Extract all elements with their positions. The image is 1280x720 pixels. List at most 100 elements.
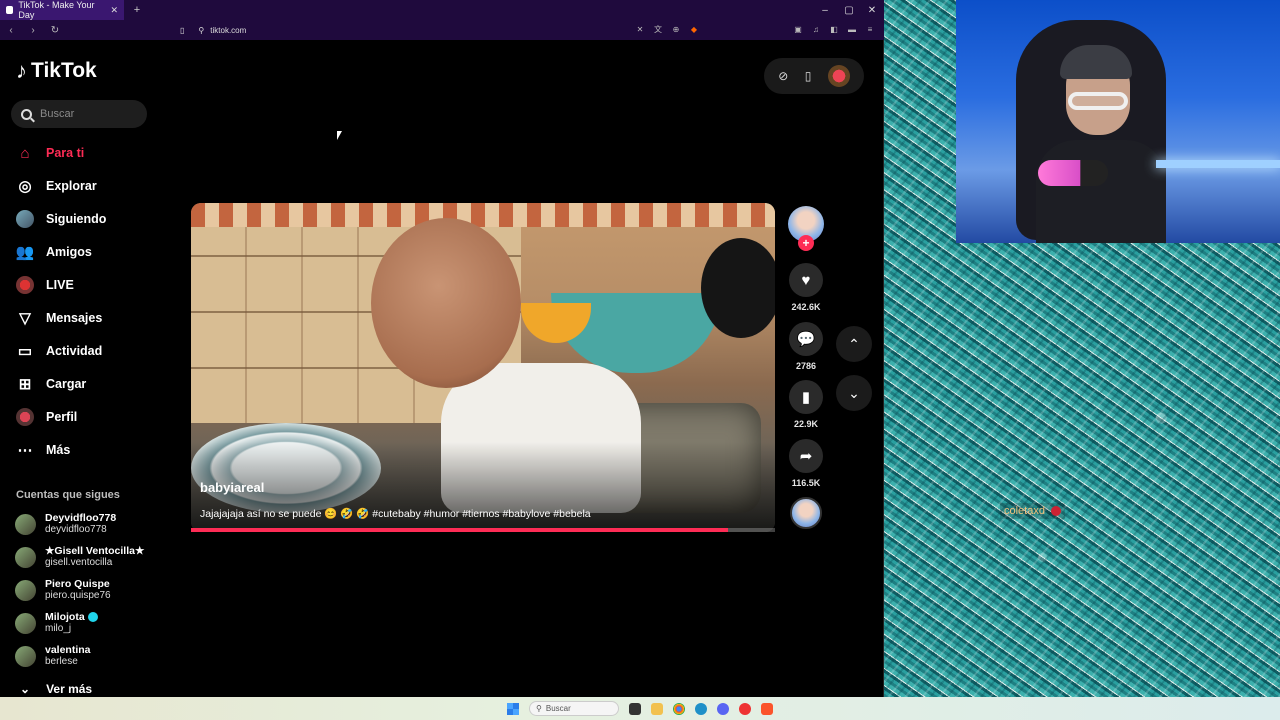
back-icon[interactable]: ‹ xyxy=(4,23,18,37)
menu-icon[interactable]: ≡ xyxy=(864,23,876,35)
site-info-icon[interactable]: ⚲ xyxy=(198,26,204,35)
streamer-cap xyxy=(1060,45,1132,79)
followed-account[interactable]: Deyvidfloo778 deyvidfloo778 xyxy=(15,512,116,536)
sidebar-icon[interactable]: ◧ xyxy=(828,23,840,35)
playlist-icon[interactable]: ♫ xyxy=(810,23,822,35)
nav-para-ti[interactable]: ⌂ Para ti xyxy=(16,143,84,163)
mouse-cursor-icon xyxy=(337,131,342,140)
stream-username: coletaxd xyxy=(1004,505,1045,517)
url-text[interactable]: tiktok.com xyxy=(210,26,246,35)
nav-explorar[interactable]: ◎ Explorar xyxy=(16,176,96,196)
nav-siguiendo[interactable]: Siguiendo xyxy=(16,209,106,229)
taskbar-search-label: Buscar xyxy=(545,704,571,713)
user-avatar[interactable] xyxy=(827,65,850,87)
followed-account[interactable]: Milojota milo_j xyxy=(15,611,98,635)
minimize-button[interactable]: – xyxy=(814,0,836,20)
discord-icon[interactable] xyxy=(717,702,729,715)
nav-label: LIVE xyxy=(46,278,74,292)
more-icon: ⋯ xyxy=(17,442,33,459)
bookmark-icon[interactable]: ▮ xyxy=(789,380,823,414)
avatar xyxy=(15,579,36,601)
activity-icon: ▭ xyxy=(17,343,33,360)
video-scene-baby-head xyxy=(371,218,521,388)
comment-icon[interactable]: 💬 xyxy=(789,322,823,356)
account-handle: deyvidfloo778 xyxy=(45,524,107,535)
tiktok-logo[interactable]: ♪ TikTok xyxy=(16,58,97,84)
follow-plus-icon[interactable]: + xyxy=(798,235,814,251)
nav-cargar[interactable]: ⊞ Cargar xyxy=(16,374,87,394)
save-action[interactable]: ▮ 22.9K xyxy=(788,380,824,429)
tiktok-favicon-icon xyxy=(6,6,14,14)
bookmark-icon[interactable]: ▯ xyxy=(180,26,184,35)
browser-toolbar: ‹ › ↻ ▯ ⚲ tiktok.com ✕ 文 ⊕ ◆ ▣ ♫ ◧ ▬ ≡ xyxy=(0,20,884,40)
followed-account[interactable]: ★Gisell Ventocilla★ gisell.ventocilla xyxy=(15,545,144,569)
tab-title: TikTok - Make Your Day xyxy=(18,0,95,20)
search-input[interactable] xyxy=(40,108,130,120)
video-progress-bar[interactable] xyxy=(191,528,775,532)
coins-icon[interactable]: ⊘ xyxy=(778,69,788,83)
nav-actividad[interactable]: ▭ Actividad xyxy=(16,341,102,361)
avatar xyxy=(15,546,36,568)
video-caption: Jajajajaja así no se puede 😊 🤣 🤣 #cuteba… xyxy=(200,508,591,520)
previous-video-button[interactable]: ⌃ xyxy=(836,326,872,362)
tiktok-note-icon: ♪ xyxy=(16,58,27,83)
heart-icon[interactable]: ♥ xyxy=(789,263,823,297)
see-more-button[interactable]: ⌄ Ver más xyxy=(20,682,92,696)
close-window-button[interactable]: ✕ xyxy=(861,0,883,20)
nav-label: Siguiendo xyxy=(46,212,107,226)
music-disc-icon[interactable] xyxy=(790,497,822,529)
nav-perfil[interactable]: Perfil xyxy=(16,407,77,427)
nav-live[interactable]: LIVE xyxy=(16,275,74,295)
share-icon[interactable]: ➦ xyxy=(789,439,823,473)
account-handle: gisell.ventocilla xyxy=(45,557,113,568)
account-handle: piero.quispe76 xyxy=(45,590,111,601)
nav-amigos[interactable]: 👥 Amigos xyxy=(16,242,92,262)
nav-mensajes[interactable]: ▽ Mensajes xyxy=(16,308,102,328)
next-video-button[interactable]: ⌄ xyxy=(836,375,872,411)
translate-icon[interactable]: 文 xyxy=(652,23,664,35)
device-icon[interactable]: ▯ xyxy=(805,69,812,83)
nav-mas[interactable]: ⋯ Más xyxy=(16,440,71,460)
mute-icon[interactable]: ✕ xyxy=(634,23,646,35)
live-icon xyxy=(16,276,34,294)
comment-action[interactable]: 💬 2786 xyxy=(788,322,824,371)
video-scene-microphone xyxy=(701,238,775,338)
windows-start-icon[interactable] xyxy=(507,702,519,715)
nav-label: Amigos xyxy=(46,245,92,259)
extension-icon[interactable]: ▣ xyxy=(792,23,804,35)
maximize-button[interactable]: ▢ xyxy=(838,0,860,20)
like-action[interactable]: ♥ 242.6K xyxy=(788,263,824,312)
taskbar-search[interactable]: ⚲ Buscar xyxy=(529,701,619,716)
wallet-icon[interactable]: ▬ xyxy=(846,23,858,35)
stream-badge-icon xyxy=(1050,506,1061,516)
friends-icon: 👥 xyxy=(15,244,35,261)
following-title: Cuentas que sigues xyxy=(16,489,120,501)
webcam-overlay xyxy=(956,0,1280,243)
edge-icon[interactable] xyxy=(695,702,707,715)
followed-account[interactable]: valentina berlese xyxy=(15,644,91,668)
led-lightbar xyxy=(1156,160,1280,168)
zoom-icon[interactable]: ⊕ xyxy=(670,23,682,35)
share-action[interactable]: ➦ 116.5K xyxy=(788,439,824,488)
chevron-down-icon: ⌄ xyxy=(20,682,31,696)
tab-tiktok[interactable]: TikTok - Make Your Day ✕ xyxy=(0,0,124,20)
brave-shield-icon[interactable]: ◆ xyxy=(688,23,700,35)
chrome-icon[interactable] xyxy=(673,702,685,715)
file-explorer-icon[interactable] xyxy=(651,702,663,715)
compass-icon: ◎ xyxy=(18,178,32,195)
task-view-icon[interactable] xyxy=(629,702,641,715)
video-author[interactable]: babyiareal xyxy=(200,480,264,495)
close-tab-icon[interactable]: ✕ xyxy=(110,5,118,16)
search-box[interactable] xyxy=(11,100,147,128)
streamer-torso xyxy=(1036,140,1166,243)
forward-icon[interactable]: › xyxy=(26,23,40,37)
address-bar[interactable]: ▯ ⚲ tiktok.com xyxy=(180,26,246,35)
brave-icon[interactable] xyxy=(761,702,773,715)
following-avatar-icon xyxy=(16,210,34,228)
reload-icon[interactable]: ↻ xyxy=(48,23,62,37)
followed-account[interactable]: Piero Quispe piero.quispe76 xyxy=(15,578,111,602)
new-tab-button[interactable]: + xyxy=(128,1,146,19)
obs-icon[interactable] xyxy=(739,702,751,715)
video-player[interactable] xyxy=(191,203,775,532)
messages-icon: ▽ xyxy=(19,310,31,327)
